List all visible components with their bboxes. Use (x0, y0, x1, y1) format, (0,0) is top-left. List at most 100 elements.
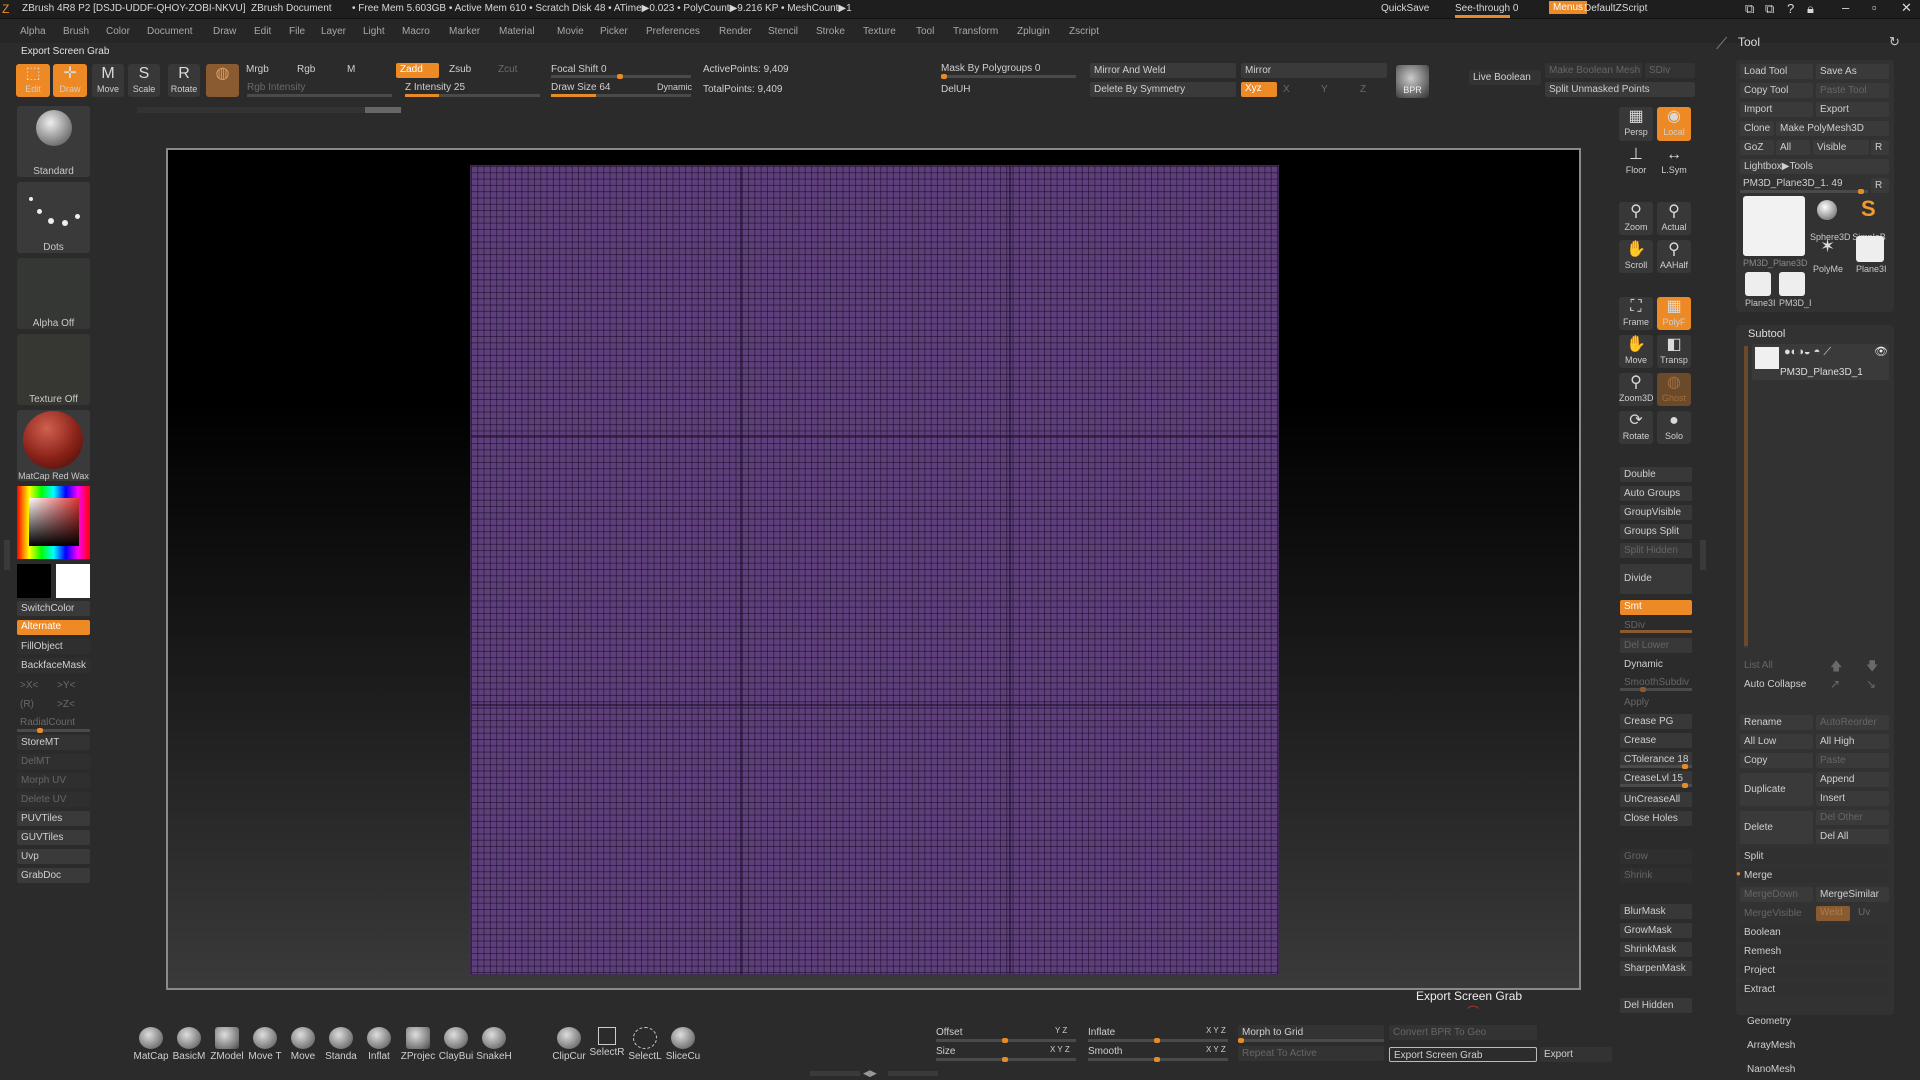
move-view-button[interactable]: ✋ Move (1619, 335, 1653, 368)
menu-draw[interactable]: Draw (213, 26, 236, 37)
size-track[interactable] (936, 1057, 1076, 1062)
actual-button[interactable]: ⚲ Actual (1657, 202, 1691, 235)
local-button[interactable]: ◉ Local (1657, 107, 1691, 141)
menu-movie[interactable]: Movie (557, 26, 584, 37)
project-button[interactable]: Project (1740, 963, 1889, 978)
mrgb-button[interactable]: Mrgb (246, 64, 269, 75)
menu-zplugin[interactable]: Zplugin (1017, 26, 1050, 37)
move-up-icon[interactable]: ↗ (1830, 677, 1840, 691)
delete-uv-button[interactable]: Delete UV (17, 792, 90, 807)
backfacemask-button[interactable]: BackfaceMask (17, 658, 90, 673)
reset-icon[interactable]: ↻ (1889, 34, 1900, 50)
geometry-section[interactable]: Geometry (1747, 1016, 1791, 1027)
floor-button[interactable]: ⊥ Floor (1619, 145, 1653, 175)
groupvisible-button[interactable]: GroupVisible (1620, 505, 1692, 520)
brush-picker[interactable]: Standard (17, 106, 90, 177)
menu-picker[interactable]: Picker (600, 26, 628, 37)
mirror-button[interactable]: Mirror (1241, 63, 1387, 78)
minimize-icon[interactable]: – (1842, 0, 1849, 15)
brush-zproject[interactable]: ZProjec (399, 1027, 437, 1062)
mirror-and-weld-button[interactable]: Mirror And Weld (1090, 63, 1236, 78)
visible-button[interactable]: Visible (1813, 140, 1869, 155)
size-slider[interactable]: Size (936, 1046, 955, 1057)
weld-toggle[interactable]: Weld (1816, 906, 1850, 921)
repeat-to-active-button[interactable]: Repeat To Active (1238, 1046, 1384, 1061)
zoom-button[interactable]: ⚲ Zoom (1619, 202, 1653, 235)
rename-button[interactable]: Rename (1740, 715, 1813, 730)
nanomesh-section[interactable]: NanoMesh (1747, 1064, 1795, 1075)
export-tool-button[interactable]: Export (1816, 102, 1889, 117)
sdiv-track[interactable] (1620, 630, 1692, 633)
menu-preferences[interactable]: Preferences (646, 26, 700, 37)
menu-color[interactable]: Color (106, 26, 130, 37)
aahalf-button[interactable]: ⚲ AAHalf (1657, 240, 1691, 273)
menu-brush[interactable]: Brush (63, 26, 89, 37)
menus-toggle[interactable]: Menus (1549, 1, 1588, 14)
select-rect-tool[interactable]: SelectR (588, 1027, 626, 1058)
r-button[interactable]: R (1871, 140, 1889, 155)
delete-by-symmetry-button[interactable]: Delete By Symmetry (1090, 82, 1236, 97)
groups-split-button[interactable]: Groups Split (1620, 524, 1692, 539)
smooth-axis-toggles[interactable]: X Y Z (1206, 1045, 1226, 1054)
copy-button[interactable]: Copy (1740, 753, 1813, 768)
save-as-button[interactable]: Save As (1816, 64, 1889, 79)
plane-mesh[interactable] (470, 165, 1279, 975)
double-button[interactable]: Double (1620, 467, 1692, 482)
eye-icon[interactable]: 👁︎ (1874, 345, 1888, 358)
boolean-button[interactable]: Boolean (1740, 925, 1889, 940)
menu-layer[interactable]: Layer (321, 26, 346, 37)
ctolerance-knob[interactable] (1682, 764, 1688, 769)
tool-thumb-plane3b[interactable]: Plane3I (1745, 272, 1776, 308)
menu-material[interactable]: Material (499, 26, 535, 37)
help-icon[interactable]: ? (1787, 1, 1794, 16)
frame-button[interactable]: ⛶ Frame (1619, 297, 1653, 330)
current-tool-knob[interactable] (1858, 189, 1864, 194)
auto-groups-button[interactable]: Auto Groups (1620, 486, 1692, 501)
close-icon[interactable]: ✕ (1901, 0, 1912, 16)
brush-basicm[interactable]: BasicM (171, 1027, 207, 1062)
fillobject-button[interactable]: FillObject (17, 639, 90, 654)
tray-toggle-icon[interactable]: ◀▶ (863, 1068, 877, 1079)
zoom3d-button[interactable]: ⚲ Zoom3D (1619, 373, 1654, 406)
zsub-button[interactable]: Zsub (449, 64, 471, 75)
radialcount-slider[interactable]: RadialCount (20, 717, 75, 728)
brush-inflate[interactable]: Inflat (361, 1027, 397, 1062)
creaselvl-knob[interactable] (1682, 783, 1688, 788)
xyz-toggle[interactable]: Xyz (1241, 82, 1277, 97)
smt-toggle[interactable]: Smt (1620, 600, 1692, 615)
scroll-button[interactable]: ✋ Scroll (1619, 240, 1653, 273)
polyf-button[interactable]: ▦ PolyF (1657, 297, 1691, 330)
current-tool-slider[interactable]: PM3D_Plane3D_1. 49 (1743, 178, 1843, 189)
brush-move-topological[interactable]: Move T (247, 1027, 283, 1062)
smoothsubdiv-knob[interactable] (1640, 687, 1646, 692)
transp-button[interactable]: ◧ Transp (1657, 335, 1691, 368)
make-boolean-mesh-button[interactable]: Make Boolean Mesh (1545, 63, 1642, 78)
texture-picker[interactable]: Texture Off (17, 334, 90, 405)
goz-button[interactable]: GoZ (1740, 140, 1774, 155)
morph-to-grid-knob[interactable] (1238, 1038, 1244, 1043)
menu-zscript[interactable]: Zscript (1069, 26, 1099, 37)
select-lasso-tool[interactable]: SelectL (626, 1027, 664, 1062)
make-polymesh3d-button[interactable]: Make PolyMesh3D (1776, 121, 1889, 136)
lightbox-tools-button[interactable]: Lightbox▶Tools (1740, 159, 1889, 174)
smooth-track[interactable] (1088, 1057, 1228, 1062)
all-low-button[interactable]: All Low (1740, 734, 1813, 749)
mask-by-polygroups-slider[interactable]: Mask By Polygroups 0 (941, 63, 1041, 74)
ctolerance-track[interactable] (1620, 764, 1692, 769)
morph-to-grid-button[interactable]: Morph to Grid (1238, 1025, 1384, 1040)
zcut-button[interactable]: Zcut (498, 64, 517, 75)
shelf-scroll-track[interactable] (137, 107, 401, 113)
left-tray-handle[interactable] (4, 540, 10, 570)
move-down-icon[interactable]: ↘ (1866, 677, 1876, 691)
persp-button[interactable]: ▦ Persp (1619, 107, 1653, 141)
m-button[interactable]: M (347, 64, 355, 75)
r-button-2[interactable]: R (1871, 178, 1889, 193)
color-square[interactable] (29, 498, 79, 546)
alternate-button[interactable]: Alternate (17, 620, 90, 635)
draw-mode-button[interactable]: ✛ Draw (53, 64, 87, 97)
z-toggle[interactable]: Z (1360, 84, 1366, 95)
list-all-button[interactable]: List All (1740, 658, 1813, 673)
crease-button[interactable]: Crease (1620, 733, 1692, 748)
zadd-button[interactable]: Zadd (396, 63, 439, 78)
load-tool-button[interactable]: Load Tool (1740, 64, 1813, 79)
